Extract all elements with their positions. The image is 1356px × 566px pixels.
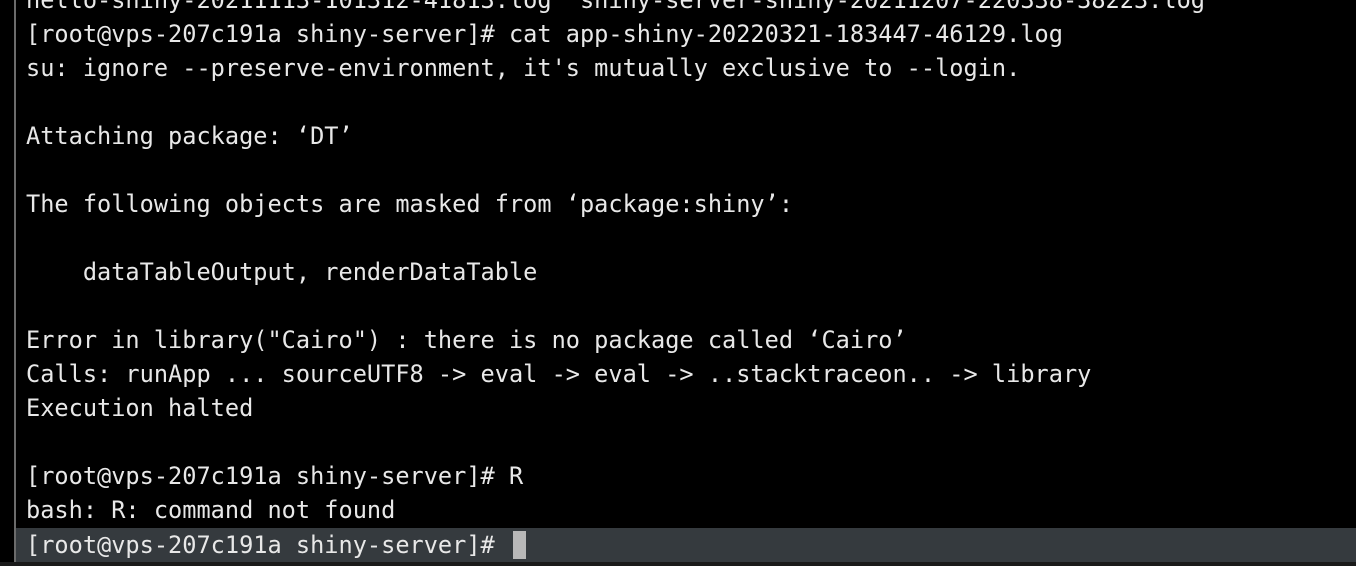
command-line: [root@vps-207c191a shiny-server]# cat ap…: [26, 20, 1063, 48]
output-line: su: ignore --preserve-environment, it's …: [26, 54, 1021, 82]
output-line: dataTableOutput, renderDataTable: [26, 258, 538, 286]
output-line: Calls: runApp ... sourceUTF8 -> eval -> …: [26, 360, 1092, 388]
command-input-line[interactable]: [root@vps-207c191a shiny-server]#: [26, 528, 526, 562]
window-bottom-edge: [0, 562, 1356, 566]
window-left-border: [14, 0, 16, 566]
output-line: Execution halted: [26, 394, 254, 422]
terminal-window[interactable]: hello-shiny-20211113-101312-41813.log sh…: [0, 0, 1356, 566]
error-line: Error in library("Cairo") : there is no …: [26, 326, 907, 354]
shell-prompt: [root@vps-207c191a shiny-server]#: [26, 531, 509, 559]
output-line: The following objects are masked from ‘p…: [26, 190, 794, 218]
output-line: bash: R: command not found: [26, 496, 396, 524]
output-line: hello-shiny-20211113-101312-41813.log sh…: [26, 0, 1205, 14]
text-cursor: [512, 531, 526, 559]
command-line: [root@vps-207c191a shiny-server]# R: [26, 462, 524, 490]
output-line: Attaching package: ‘DT’: [26, 122, 353, 150]
terminal-output: hello-shiny-20211113-101312-41813.log sh…: [26, 0, 1346, 527]
